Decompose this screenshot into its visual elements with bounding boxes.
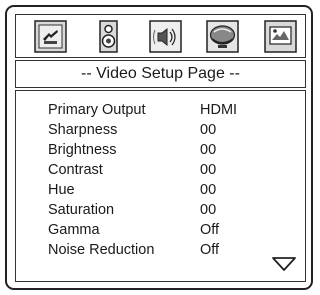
- settings-panel: Primary Output HDMI Sharpness 00 Brightn…: [15, 90, 306, 282]
- setting-row-brightness[interactable]: Brightness 00: [48, 142, 298, 162]
- setting-value: Off: [200, 222, 220, 238]
- setting-row-noise-reduction[interactable]: Noise Reduction Off: [48, 242, 298, 262]
- scroll-down-arrow-icon[interactable]: [271, 256, 297, 277]
- setting-value: 00: [200, 122, 217, 138]
- speaker-setup-icon[interactable]: [92, 20, 125, 53]
- setting-label: Primary Output: [48, 102, 146, 118]
- page-title: -- Video Setup Page --: [15, 60, 306, 88]
- setting-label: Hue: [48, 182, 75, 198]
- setting-value: 00: [200, 142, 217, 158]
- preference-icon[interactable]: [264, 20, 297, 53]
- setting-value: HDMI: [200, 102, 238, 118]
- setting-row-sharpness[interactable]: Sharpness 00: [48, 122, 298, 142]
- setting-label: Contrast: [48, 162, 103, 178]
- setting-row-gamma[interactable]: Gamma Off: [48, 222, 298, 242]
- audio-setup-icon[interactable]: [149, 20, 182, 53]
- setting-label: Saturation: [48, 202, 115, 218]
- setting-label: Noise Reduction: [48, 242, 155, 258]
- video-setup-icon[interactable]: [206, 20, 239, 53]
- setting-label: Sharpness: [48, 122, 118, 138]
- setting-value: 00: [200, 182, 217, 198]
- setting-row-contrast[interactable]: Contrast 00: [48, 162, 298, 182]
- setup-icon-bar: [15, 14, 306, 58]
- setting-row-saturation[interactable]: Saturation 00: [48, 202, 298, 222]
- setting-row-hue[interactable]: Hue 00: [48, 182, 298, 202]
- setting-value: 00: [200, 202, 217, 218]
- setting-value: 00: [200, 162, 217, 178]
- setting-label: Brightness: [48, 142, 117, 158]
- general-setup-icon[interactable]: [34, 20, 67, 53]
- setting-value: Off: [200, 242, 220, 258]
- setting-row-primary-output[interactable]: Primary Output HDMI: [48, 102, 298, 122]
- setting-label: Gamma: [48, 222, 100, 238]
